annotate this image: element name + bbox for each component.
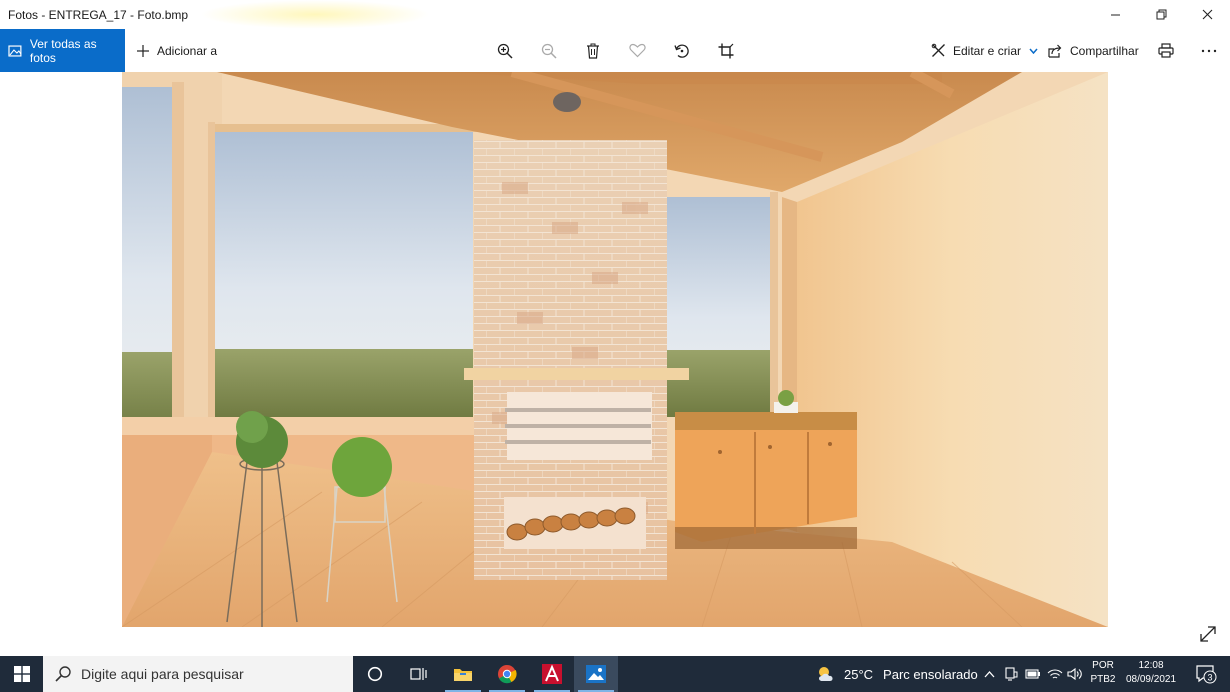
partly-sunny-icon — [819, 667, 833, 681]
zoom-in-icon — [497, 43, 513, 59]
weather-widget[interactable]: 25°C Parc ensolarado — [816, 656, 978, 692]
share-label: Compartilhar — [1070, 43, 1139, 58]
zoom-out-button[interactable] — [534, 29, 564, 72]
edit-create-label: Editar e criar — [953, 43, 1022, 58]
clock-date: 08/09/2021 — [1125, 674, 1177, 685]
photos-app-button[interactable] — [574, 656, 618, 692]
rotate-icon — [674, 43, 689, 58]
add-to-label: Adicionar a — [157, 43, 218, 58]
weather-temp: 25°C — [844, 666, 874, 682]
share-button[interactable]: Compartilhar — [1048, 29, 1139, 72]
title-glow — [200, 0, 430, 29]
volume-button[interactable] — [1064, 656, 1086, 692]
notifications-icon: 3 — [1196, 665, 1217, 684]
delete-icon — [587, 43, 599, 59]
photo-render[interactable] — [122, 72, 1108, 627]
see-all-photos-button[interactable]: Ver todas as fotos — [0, 29, 125, 72]
start-button[interactable] — [0, 656, 43, 692]
taskbar-search[interactable]: Digite aqui para pesquisar — [43, 656, 353, 692]
print-icon — [1158, 43, 1174, 58]
plus-icon — [137, 44, 149, 57]
print-button[interactable] — [1151, 29, 1181, 72]
favorite-icon — [628, 43, 646, 58]
battery-icon — [1025, 669, 1040, 679]
photos-collection-icon — [8, 44, 22, 57]
delete-button[interactable] — [578, 29, 608, 72]
autocad-icon — [542, 664, 562, 684]
barbecue-room-render — [122, 72, 1108, 627]
input-language-indicator[interactable]: POR PTB2 — [1090, 659, 1116, 687]
file-explorer-icon — [454, 669, 472, 681]
rotate-button[interactable] — [667, 29, 697, 72]
expand-icon — [1200, 626, 1216, 642]
close-icon — [1202, 9, 1212, 20]
chrome-button[interactable] — [485, 656, 529, 692]
chevron-down-icon — [1029, 48, 1038, 54]
more-options-button[interactable] — [1194, 29, 1224, 72]
crop-button[interactable] — [711, 29, 741, 72]
close-button[interactable] — [1184, 0, 1230, 29]
clock-time: 12:08 — [1138, 660, 1164, 671]
wifi-icon — [1047, 669, 1063, 679]
notifications-count: 3 — [1207, 673, 1212, 683]
edit-create-icon — [931, 43, 945, 57]
chrome-icon — [498, 665, 517, 684]
window-controls — [1092, 0, 1230, 29]
fullscreen-button[interactable] — [1196, 622, 1220, 646]
app-toolbar: Ver todas as fotos Adicionar a Editar e … — [0, 29, 1230, 72]
cortana-icon — [367, 666, 383, 682]
search-placeholder: Digite aqui para pesquisar — [81, 666, 244, 682]
zoom-out-icon — [541, 43, 557, 59]
title-bar: Fotos - ENTREGA_17 - Foto.bmp — [0, 0, 1230, 29]
edit-create-button[interactable]: Editar e criar — [931, 29, 1038, 72]
see-all-photos-label: Ver todas as fotos — [29, 36, 97, 65]
show-hidden-icons-button[interactable] — [978, 656, 1000, 692]
volume-icon — [1067, 667, 1082, 681]
network-button[interactable] — [1044, 656, 1066, 692]
minimize-button[interactable] — [1092, 0, 1138, 29]
restore-button[interactable] — [1138, 0, 1184, 29]
weather-condition: Parc ensolarado — [883, 666, 978, 682]
more-icon — [1201, 49, 1217, 52]
autocad-button[interactable] — [530, 656, 574, 692]
crop-icon — [718, 43, 734, 58]
keyboard-layout: PTB2 — [1090, 674, 1116, 685]
task-view-icon — [410, 668, 427, 680]
file-explorer-button[interactable] — [441, 656, 485, 692]
favorite-button[interactable] — [622, 29, 652, 72]
restore-icon — [1156, 9, 1166, 20]
cortana-button[interactable] — [353, 656, 397, 692]
photos-icon — [586, 665, 606, 683]
device-icon — [1005, 667, 1018, 681]
chevron-up-icon — [984, 670, 994, 677]
share-icon — [1048, 44, 1062, 58]
minimize-icon — [1110, 14, 1120, 16]
windows-logo-icon — [13, 666, 30, 682]
meet-now-button[interactable] — [1000, 656, 1022, 692]
battery-button[interactable] — [1022, 656, 1044, 692]
add-to-button[interactable]: Adicionar a — [136, 29, 217, 72]
taskbar: Digite aqui para pesquisar 25°C Parc ens… — [0, 656, 1230, 692]
window-title: Fotos - ENTREGA_17 - Foto.bmp — [8, 7, 189, 22]
language-code: POR — [1092, 660, 1114, 671]
image-viewer — [0, 72, 1230, 656]
notifications-button[interactable]: 3 — [1190, 656, 1222, 692]
system-clock[interactable]: 12:08 08/09/2021 — [1120, 659, 1182, 687]
search-icon — [55, 666, 71, 682]
task-view-button[interactable] — [397, 656, 441, 692]
zoom-in-button[interactable] — [490, 29, 520, 72]
